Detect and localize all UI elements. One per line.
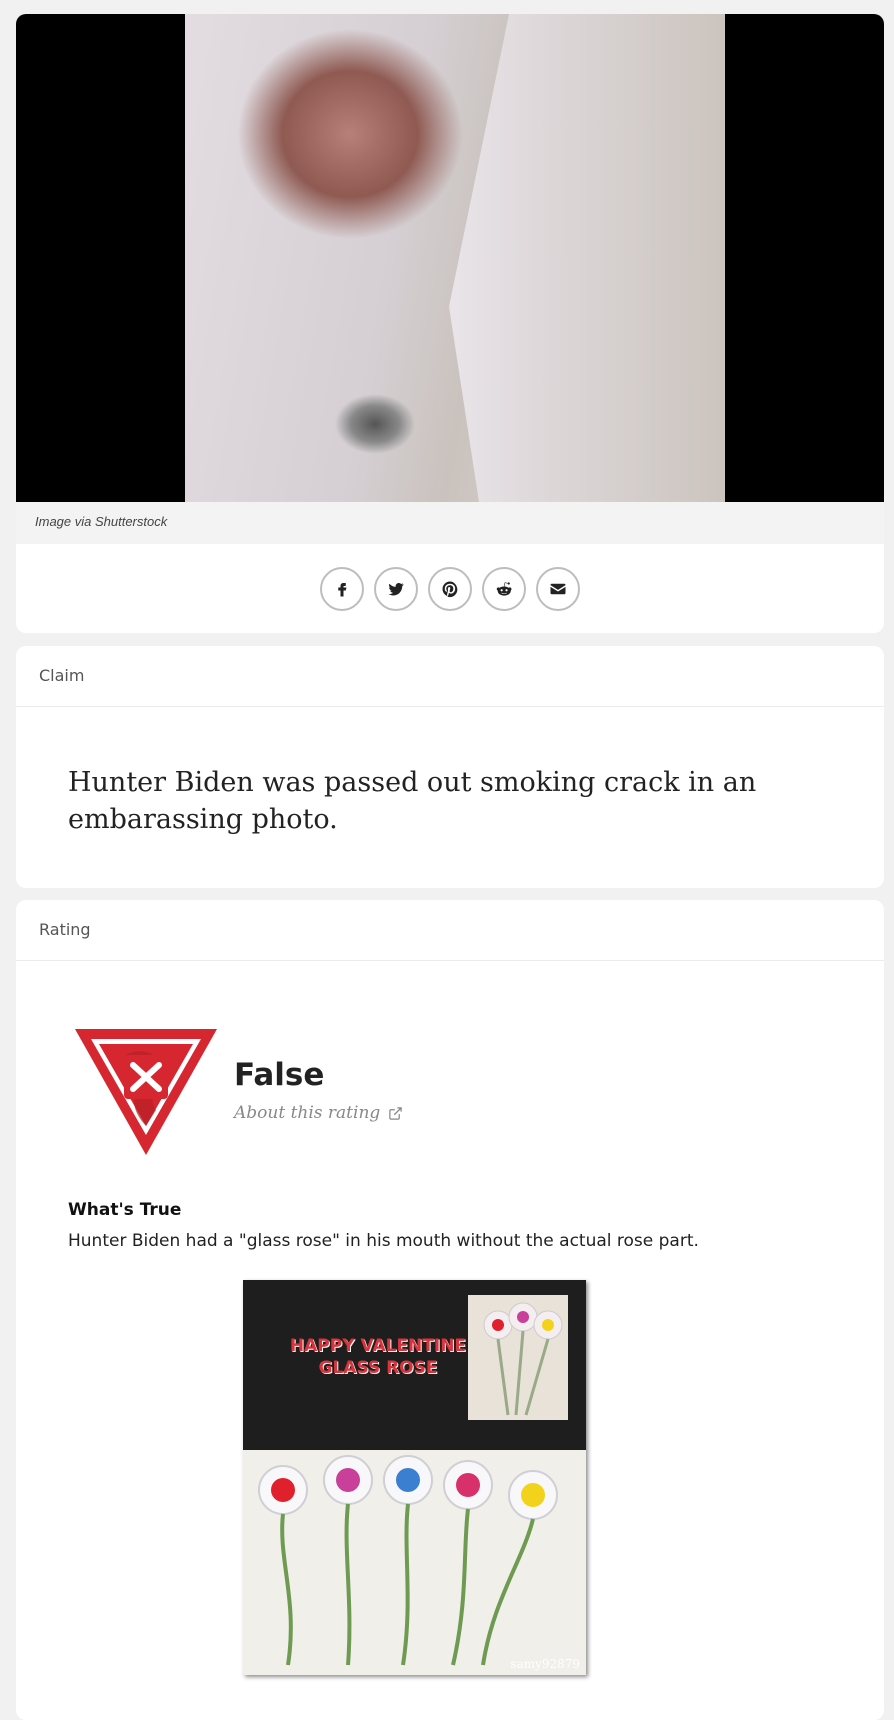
rose-package-text: HAPPY VALENTINE GLASS ROSE	[273, 1335, 483, 1379]
pinterest-icon	[442, 581, 458, 597]
rose-package-box: HAPPY VALENTINE GLASS ROSE	[243, 1280, 586, 1450]
image-caption-text: Image via Shutterstock	[35, 514, 168, 529]
rating-section-label: Rating	[39, 920, 91, 939]
external-link-icon	[389, 1106, 403, 1120]
twitter-icon	[388, 582, 404, 595]
reddit-icon	[496, 581, 512, 596]
rose-package-picture	[468, 1295, 568, 1420]
glass-roses-picture	[258, 1455, 558, 1666]
email-icon	[550, 583, 566, 594]
facebook-icon	[338, 582, 347, 596]
rating-value: False	[234, 1057, 325, 1093]
share-buttons	[16, 544, 884, 633]
claim-text: Hunter Biden was passed out smoking crac…	[68, 767, 757, 835]
false-rating-badge-icon	[75, 1029, 217, 1155]
whats-true-heading: What's True	[68, 1200, 182, 1220]
rating-divider	[16, 960, 884, 961]
hero-sheet-shape	[449, 14, 725, 502]
glass-rose-5	[481, 1470, 558, 1666]
rating-card: Rating False About this rating What's Tr…	[16, 900, 884, 1720]
glass-rose-4	[443, 1460, 493, 1666]
glass-rose-product-image: HAPPY VALENTINE GLASS ROSE samy92879	[243, 1280, 586, 1675]
about-rating-label: About this rating	[234, 1103, 381, 1123]
hero-image	[16, 14, 884, 502]
glass-rose-2	[323, 1455, 373, 1666]
share-twitter-button[interactable]	[374, 566, 418, 611]
rose-package-line2: GLASS ROSE	[318, 1358, 438, 1378]
claim-section-label: Claim	[39, 666, 85, 685]
image-caption: Image via Shutterstock	[16, 502, 884, 544]
share-reddit-button[interactable]	[482, 566, 526, 611]
article-image-card: Image via Shutterstock	[16, 14, 884, 633]
share-facebook-button[interactable]	[320, 566, 364, 611]
rose-package-line1: HAPPY VALENTINE	[289, 1336, 467, 1356]
about-rating-link[interactable]: About this rating	[234, 1103, 403, 1123]
image-watermark: samy92879	[510, 1657, 580, 1671]
glass-rose-3	[383, 1455, 433, 1666]
share-email-button[interactable]	[536, 566, 580, 611]
glass-rose-1	[258, 1465, 308, 1666]
claim-card: Claim Hunter Biden was passed out smokin…	[16, 646, 884, 888]
claim-divider	[16, 706, 884, 707]
share-pinterest-button[interactable]	[428, 566, 472, 611]
hero-photo	[185, 14, 725, 502]
whats-true-text: Hunter Biden had a "glass rose" in his m…	[68, 1231, 699, 1251]
